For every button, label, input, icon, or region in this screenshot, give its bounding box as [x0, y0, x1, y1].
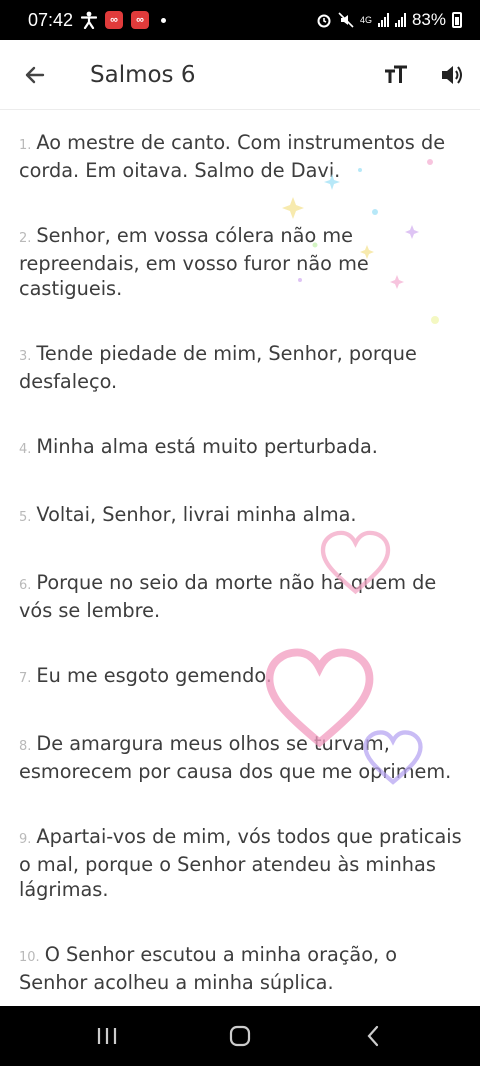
verse-item[interactable]: 3. Tende piedade de mim, Senhor, porque d…	[19, 341, 462, 394]
app-bar: Salmos 6	[0, 40, 480, 110]
verse-text: Tende piedade de mim, Senhor, porque des…	[19, 342, 417, 393]
signal-icon	[377, 13, 389, 27]
verse-number: 10.	[19, 950, 40, 965]
back-button[interactable]	[0, 40, 70, 110]
verse-text: O Senhor escutou a minha oração, o Senho…	[19, 943, 398, 994]
verse-text: Voltai, Senhor, livrai minha alma.	[36, 503, 357, 526]
text-size-icon	[385, 65, 407, 83]
verse-number: 8.	[19, 739, 32, 754]
verse-item[interactable]: 6. Porque no seio da morte não há quem de…	[19, 570, 462, 623]
app-notification-icon: ∞	[131, 11, 150, 29]
alarm-icon	[317, 14, 331, 28]
verse-number: 7.	[19, 671, 32, 686]
battery-icon	[452, 12, 462, 28]
recent-apps-icon	[97, 1028, 116, 1044]
verse-number: 9.	[19, 832, 32, 847]
verse-item[interactable]: 4. Minha alma está muito perturbada.	[19, 434, 462, 462]
verse-text: Minha alma está muito perturbada.	[36, 435, 378, 458]
status-bar: 07:42 ∞ ∞ 4G 83%	[0, 0, 480, 40]
verse-item[interactable]: 9. Apartai-vos de mim, vós todos que prat…	[19, 824, 462, 902]
page-title: Salmos 6	[90, 61, 196, 88]
status-time: 07:42	[28, 9, 74, 30]
verse-text: Eu me esgoto gemendo.	[36, 664, 272, 687]
verse-item[interactable]: 10. O Senhor escutou a minha oração, o Se…	[19, 942, 462, 995]
verse-item[interactable]: 8. De amargura meus olhos se turvam, esmo…	[19, 731, 462, 784]
arrow-left-icon	[25, 66, 45, 83]
volume-icon	[442, 65, 462, 84]
verse-number: 2.	[19, 231, 32, 246]
verses-list[interactable]: 1. Ao mestre de canto. Com instrumentos d…	[0, 110, 480, 1006]
verse-item[interactable]: 5. Voltai, Senhor, livrai minha alma.	[19, 502, 462, 530]
home-button[interactable]	[210, 1006, 270, 1066]
verse-number: 3.	[19, 349, 32, 364]
verse-item[interactable]: 2. Senhor, em vossa cólera não me repreen…	[19, 223, 462, 301]
system-nav-bar	[0, 1006, 480, 1066]
verse-text: Porque no seio da morte não há quem de v…	[19, 571, 437, 622]
more-notifications-icon	[161, 17, 167, 23]
accessibility-icon	[81, 11, 98, 29]
verse-text: Senhor, em vossa cólera não me repreenda…	[19, 224, 369, 300]
recent-apps-button[interactable]	[77, 1006, 137, 1066]
verse-item[interactable]: 7. Eu me esgoto gemendo.	[19, 663, 462, 691]
network-type: 4G	[359, 15, 372, 25]
verse-number: 1.	[19, 138, 32, 153]
signal-icon	[394, 13, 406, 27]
back-chevron-icon	[367, 1025, 379, 1047]
audio-button[interactable]	[424, 47, 480, 103]
verse-number: 5.	[19, 510, 32, 525]
verse-number: 6.	[19, 578, 32, 593]
verse-text: De amargura meus olhos se turvam, esmore…	[19, 732, 452, 783]
verse-text: Ao mestre de canto. Com instrumentos de …	[19, 131, 446, 182]
battery-percent: 83%	[411, 10, 446, 29]
text-size-button[interactable]	[368, 47, 424, 103]
mute-icon	[338, 12, 354, 28]
home-icon	[229, 1025, 251, 1047]
verse-text: Apartai-vos de mim, vós todos que pratic…	[19, 825, 462, 901]
system-back-button[interactable]	[343, 1006, 403, 1066]
verse-item[interactable]: 1. Ao mestre de canto. Com instrumentos d…	[19, 130, 462, 183]
app-notification-icon: ∞	[105, 11, 124, 29]
verse-number: 4.	[19, 442, 32, 457]
